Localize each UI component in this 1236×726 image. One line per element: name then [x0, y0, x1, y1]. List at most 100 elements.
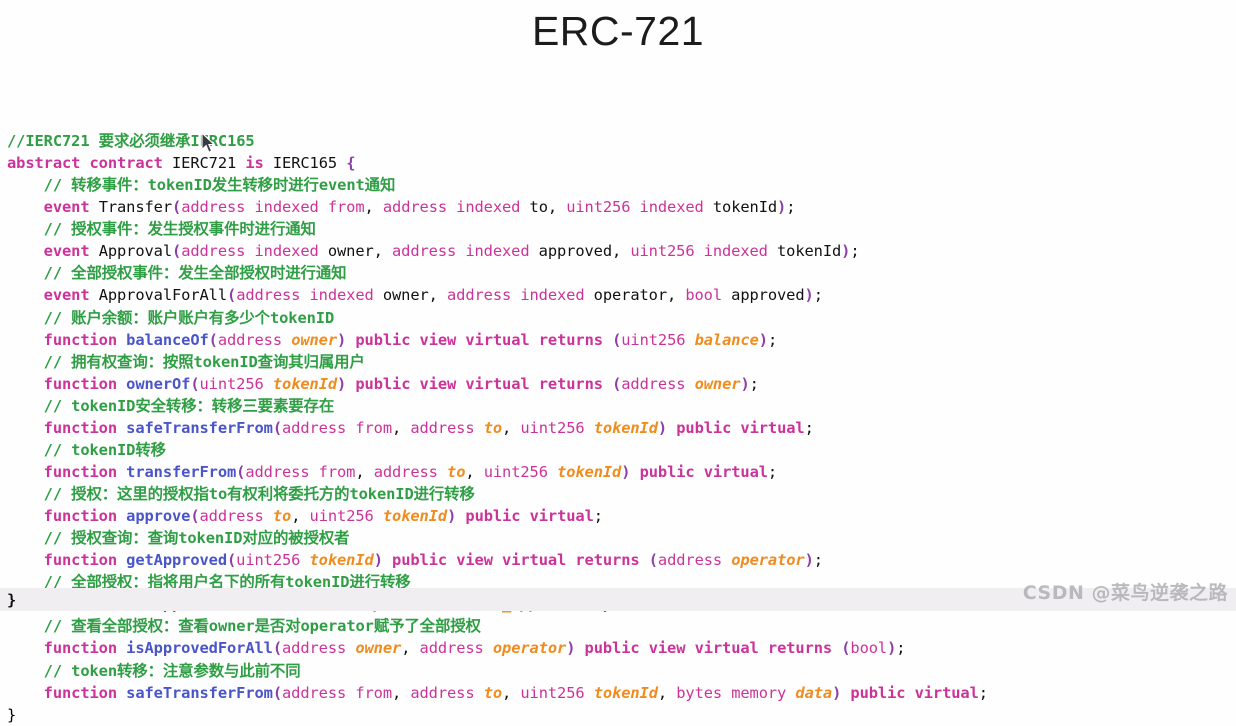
code-line: // token转移：注意参数与此前不同 [7, 660, 1236, 682]
code-token-type: address indexed [447, 286, 585, 305]
code-line: // 拥有权查询：按照tokenID查询其归属用户 [7, 351, 1236, 373]
code-token-cmt: // 授权：这里的授权指to有权利将委托方的tokenID进行转移 [43, 485, 475, 503]
code-token-type: address from [282, 418, 392, 437]
code-token-kw: virtual [703, 462, 768, 481]
code-token-par: tokenId [593, 418, 658, 437]
closing-brace: } [7, 591, 17, 609]
code-token-kw: public [584, 639, 640, 658]
code-token-punc: ) [804, 551, 814, 570]
code-token-cmt: // tokenID安全转移：转移三要素要存在 [43, 396, 335, 415]
code-token-plain: ; [813, 286, 823, 305]
code-token-plain: , [465, 462, 484, 481]
code-token-fn: safeTransferFrom [126, 418, 273, 437]
code-token-kw: returns [538, 330, 603, 349]
code-token-plain: ; [767, 330, 778, 349]
code-token-cmt: // 账户余额：账户账户有多少个tokenID [43, 308, 335, 327]
code-token-plain: to, [520, 198, 567, 217]
code-token-kw: returns [575, 551, 640, 570]
code-token-kw: returns [767, 639, 833, 658]
code-token-kw: public [392, 551, 448, 570]
code-token-type: address [199, 507, 264, 526]
code-token-plain: ; [896, 639, 906, 658]
code-token-fn: balanceOf [126, 330, 209, 349]
code-token-type: address indexed [392, 242, 530, 261]
code-token-punc: ) [832, 683, 842, 702]
code-line: // 查看全部授权：查看owner是否对operator赋予了全部授权 [7, 615, 1236, 637]
code-token-kw: function [43, 683, 117, 702]
code-line: function balanceOf(address owner) public… [7, 329, 1236, 351]
code-token-kw: virtual [465, 374, 530, 393]
code-line: function transferFrom(address from, addr… [7, 461, 1236, 483]
code-token-type: address [657, 551, 723, 570]
code-token-punc: ( [172, 198, 182, 217]
code-line: // tokenID安全转移：转移三要素要存在 [7, 395, 1236, 417]
code-token-par: owner [355, 639, 402, 658]
code-token-kw: virtual [502, 551, 567, 570]
code-token-kw: virtual [465, 330, 530, 349]
code-token-punc: ( [236, 462, 246, 481]
code-token-punc: ) [777, 198, 787, 217]
code-token-kw: public [850, 683, 906, 702]
code-token-punc: ) [447, 507, 457, 526]
code-token-kw: function [43, 551, 117, 570]
code-token-kw: view [648, 639, 686, 658]
code-token-punc: ( [612, 330, 622, 349]
code-token-id: IERC721 [172, 154, 237, 173]
code-token-punc: ) [373, 551, 383, 570]
code-token-plain: owner, [373, 286, 448, 305]
code-token-kw: view [419, 374, 457, 393]
code-token-type: address from [245, 462, 356, 481]
code-line: // 授权事件：发生授权事件时进行通知 [7, 218, 1236, 240]
code-token-punc: ) [566, 639, 576, 658]
code-token-kw: public [465, 507, 521, 526]
code-token-plain: ; [786, 198, 796, 217]
code-token-kw: public [676, 418, 732, 437]
code-token-plain: operator, [584, 286, 686, 305]
code-token-id: ApprovalForAll [98, 286, 228, 305]
code-token-kw: virtual [914, 683, 979, 702]
code-line: function safeTransferFrom(address from, … [7, 417, 1236, 439]
code-token-punc: ( [172, 242, 182, 261]
code-token-id: Approval [98, 242, 173, 261]
code-token-par: to [483, 418, 503, 437]
code-token-cmt: // 授权事件：发生授权事件时进行通知 [43, 220, 316, 239]
code-token-plain: , [364, 198, 383, 217]
code-token-par: owner [291, 330, 338, 349]
code-token-kw: contract [89, 154, 163, 173]
code-token-par: tokenId [382, 507, 448, 526]
code-token-plain: , [392, 418, 411, 437]
code-token-cmt: // 授权查询：查询tokenID对应的被授权者 [43, 529, 350, 548]
code-token-plain: ; [813, 551, 823, 570]
code-token-punc: ( [272, 418, 282, 437]
